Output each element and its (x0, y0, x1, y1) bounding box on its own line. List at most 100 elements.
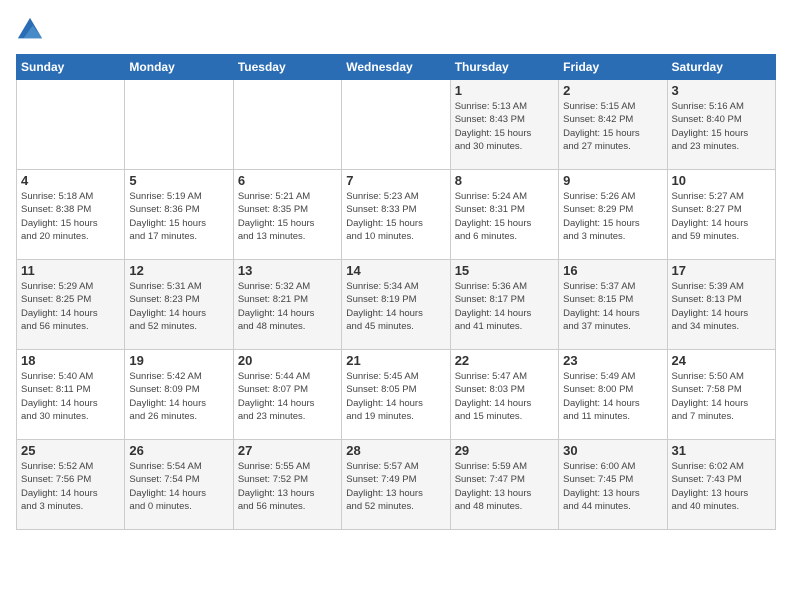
header-day-tuesday: Tuesday (233, 55, 341, 80)
day-number: 21 (346, 353, 445, 368)
header-row: SundayMondayTuesdayWednesdayThursdayFrid… (17, 55, 776, 80)
calendar-header: SundayMondayTuesdayWednesdayThursdayFrid… (17, 55, 776, 80)
day-number: 12 (129, 263, 228, 278)
calendar-cell: 10 Sunrise: 5:27 AM Sunset: 8:27 PM Dayli… (667, 170, 775, 260)
calendar-cell: 5 Sunrise: 5:19 AM Sunset: 8:36 PM Daylig… (125, 170, 233, 260)
calendar-cell: 24 Sunrise: 5:50 AM Sunset: 7:58 PM Dayli… (667, 350, 775, 440)
day-number: 2 (563, 83, 662, 98)
day-number: 24 (672, 353, 771, 368)
day-info: Sunrise: 5:16 AM Sunset: 8:40 PM Dayligh… (672, 100, 771, 153)
calendar-cell: 31Sunrise: 6:02 AM Sunset: 7:43 PM Dayli… (667, 440, 775, 530)
day-info: Sunrise: 5:45 AM Sunset: 8:05 PM Dayligh… (346, 370, 445, 423)
day-info: Sunrise: 5:49 AM Sunset: 8:00 PM Dayligh… (563, 370, 662, 423)
calendar-cell: 23 Sunrise: 5:49 AM Sunset: 8:00 PM Dayli… (559, 350, 667, 440)
day-number: 26 (129, 443, 228, 458)
day-info: Sunrise: 6:02 AM Sunset: 7:43 PM Dayligh… (672, 460, 771, 513)
day-number: 19 (129, 353, 228, 368)
day-number: 3 (672, 83, 771, 98)
day-number: 11 (21, 263, 120, 278)
calendar-cell: 30 Sunrise: 6:00 AM Sunset: 7:45 PM Dayli… (559, 440, 667, 530)
calendar-week-2: 4 Sunrise: 5:18 AM Sunset: 8:38 PM Daylig… (17, 170, 776, 260)
calendar-table: SundayMondayTuesdayWednesdayThursdayFrid… (16, 54, 776, 530)
calendar-cell: 1 Sunrise: 5:13 AM Sunset: 8:43 PM Daylig… (450, 80, 558, 170)
day-info: Sunrise: 5:44 AM Sunset: 8:07 PM Dayligh… (238, 370, 337, 423)
day-number: 15 (455, 263, 554, 278)
day-number: 7 (346, 173, 445, 188)
calendar-cell: 15 Sunrise: 5:36 AM Sunset: 8:17 PM Dayli… (450, 260, 558, 350)
day-number: 28 (346, 443, 445, 458)
day-number: 18 (21, 353, 120, 368)
calendar-week-3: 11 Sunrise: 5:29 AM Sunset: 8:25 PM Dayli… (17, 260, 776, 350)
day-number: 30 (563, 443, 662, 458)
calendar-cell: 6 Sunrise: 5:21 AM Sunset: 8:35 PM Daylig… (233, 170, 341, 260)
day-info: Sunrise: 5:27 AM Sunset: 8:27 PM Dayligh… (672, 190, 771, 243)
day-number: 29 (455, 443, 554, 458)
calendar-cell: 8Sunrise: 5:24 AM Sunset: 8:31 PM Daylig… (450, 170, 558, 260)
day-info: Sunrise: 5:18 AM Sunset: 8:38 PM Dayligh… (21, 190, 120, 243)
day-number: 6 (238, 173, 337, 188)
day-info: Sunrise: 5:29 AM Sunset: 8:25 PM Dayligh… (21, 280, 120, 333)
header-day-saturday: Saturday (667, 55, 775, 80)
calendar-cell: 29Sunrise: 5:59 AM Sunset: 7:47 PM Dayli… (450, 440, 558, 530)
day-number: 25 (21, 443, 120, 458)
day-info: Sunrise: 5:52 AM Sunset: 7:56 PM Dayligh… (21, 460, 120, 513)
calendar-week-5: 25 Sunrise: 5:52 AM Sunset: 7:56 PM Dayli… (17, 440, 776, 530)
calendar-cell: 21 Sunrise: 5:45 AM Sunset: 8:05 PM Dayli… (342, 350, 450, 440)
header-day-friday: Friday (559, 55, 667, 80)
day-info: Sunrise: 5:21 AM Sunset: 8:35 PM Dayligh… (238, 190, 337, 243)
calendar-cell: 13 Sunrise: 5:32 AM Sunset: 8:21 PM Dayli… (233, 260, 341, 350)
calendar-cell (342, 80, 450, 170)
calendar-cell: 7 Sunrise: 5:23 AM Sunset: 8:33 PM Daylig… (342, 170, 450, 260)
calendar-cell: 18 Sunrise: 5:40 AM Sunset: 8:11 PM Dayli… (17, 350, 125, 440)
day-number: 17 (672, 263, 771, 278)
day-info: Sunrise: 5:34 AM Sunset: 8:19 PM Dayligh… (346, 280, 445, 333)
day-number: 22 (455, 353, 554, 368)
calendar-cell (17, 80, 125, 170)
logo (16, 16, 48, 44)
calendar-cell: 22 Sunrise: 5:47 AM Sunset: 8:03 PM Dayli… (450, 350, 558, 440)
calendar-cell: 9Sunrise: 5:26 AM Sunset: 8:29 PM Daylig… (559, 170, 667, 260)
day-number: 13 (238, 263, 337, 278)
day-info: Sunrise: 5:50 AM Sunset: 7:58 PM Dayligh… (672, 370, 771, 423)
header-day-sunday: Sunday (17, 55, 125, 80)
day-info: Sunrise: 5:15 AM Sunset: 8:42 PM Dayligh… (563, 100, 662, 153)
day-info: Sunrise: 5:55 AM Sunset: 7:52 PM Dayligh… (238, 460, 337, 513)
day-info: Sunrise: 5:57 AM Sunset: 7:49 PM Dayligh… (346, 460, 445, 513)
calendar-cell: 3 Sunrise: 5:16 AM Sunset: 8:40 PM Daylig… (667, 80, 775, 170)
day-number: 5 (129, 173, 228, 188)
calendar-cell: 16Sunrise: 5:37 AM Sunset: 8:15 PM Dayli… (559, 260, 667, 350)
page-header (16, 16, 776, 44)
day-info: Sunrise: 5:40 AM Sunset: 8:11 PM Dayligh… (21, 370, 120, 423)
day-info: Sunrise: 5:42 AM Sunset: 8:09 PM Dayligh… (129, 370, 228, 423)
day-number: 8 (455, 173, 554, 188)
calendar-week-4: 18 Sunrise: 5:40 AM Sunset: 8:11 PM Dayli… (17, 350, 776, 440)
day-info: Sunrise: 5:47 AM Sunset: 8:03 PM Dayligh… (455, 370, 554, 423)
header-day-thursday: Thursday (450, 55, 558, 80)
calendar-cell: 4 Sunrise: 5:18 AM Sunset: 8:38 PM Daylig… (17, 170, 125, 260)
day-number: 4 (21, 173, 120, 188)
day-info: Sunrise: 5:32 AM Sunset: 8:21 PM Dayligh… (238, 280, 337, 333)
day-number: 27 (238, 443, 337, 458)
day-info: Sunrise: 5:54 AM Sunset: 7:54 PM Dayligh… (129, 460, 228, 513)
header-day-wednesday: Wednesday (342, 55, 450, 80)
day-number: 14 (346, 263, 445, 278)
calendar-cell: 2 Sunrise: 5:15 AM Sunset: 8:42 PM Daylig… (559, 80, 667, 170)
day-info: Sunrise: 5:19 AM Sunset: 8:36 PM Dayligh… (129, 190, 228, 243)
day-number: 1 (455, 83, 554, 98)
calendar-cell (233, 80, 341, 170)
calendar-cell: 17 Sunrise: 5:39 AM Sunset: 8:13 PM Dayli… (667, 260, 775, 350)
calendar-cell (125, 80, 233, 170)
day-info: Sunrise: 5:23 AM Sunset: 8:33 PM Dayligh… (346, 190, 445, 243)
day-number: 9 (563, 173, 662, 188)
day-number: 23 (563, 353, 662, 368)
logo-icon (16, 16, 44, 44)
day-info: Sunrise: 5:39 AM Sunset: 8:13 PM Dayligh… (672, 280, 771, 333)
day-info: Sunrise: 6:00 AM Sunset: 7:45 PM Dayligh… (563, 460, 662, 513)
day-info: Sunrise: 5:13 AM Sunset: 8:43 PM Dayligh… (455, 100, 554, 153)
day-info: Sunrise: 5:36 AM Sunset: 8:17 PM Dayligh… (455, 280, 554, 333)
day-number: 10 (672, 173, 771, 188)
day-info: Sunrise: 5:37 AM Sunset: 8:15 PM Dayligh… (563, 280, 662, 333)
calendar-cell: 26 Sunrise: 5:54 AM Sunset: 7:54 PM Dayli… (125, 440, 233, 530)
calendar-cell: 20Sunrise: 5:44 AM Sunset: 8:07 PM Dayli… (233, 350, 341, 440)
calendar-week-1: 1 Sunrise: 5:13 AM Sunset: 8:43 PM Daylig… (17, 80, 776, 170)
